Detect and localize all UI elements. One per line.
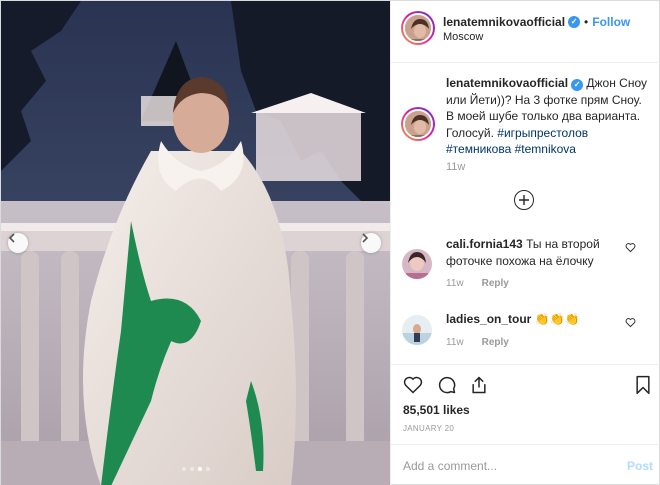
carousel-dot-active bbox=[197, 467, 202, 471]
chevron-left-icon bbox=[8, 233, 15, 243]
hashtag-link[interactable]: #темникова bbox=[446, 142, 511, 156]
verified-badge-icon: ✓ bbox=[568, 16, 581, 28]
reply-button[interactable]: Reply bbox=[482, 278, 509, 289]
previous-photo-button[interactable] bbox=[8, 233, 28, 253]
post-photo[interactable] bbox=[1, 1, 390, 485]
reply-button[interactable]: Reply bbox=[482, 337, 509, 348]
plus-icon bbox=[519, 195, 529, 205]
author-line: lenatemnikovaofficial ✓ • Follow bbox=[443, 15, 630, 29]
photo-illustration bbox=[1, 1, 390, 485]
like-comment-heart-icon[interactable] bbox=[625, 242, 636, 253]
commenter-avatar[interactable] bbox=[402, 315, 432, 345]
comment-input[interactable] bbox=[403, 456, 613, 476]
carousel-dot bbox=[205, 467, 210, 471]
post-modal: lenatemnikovaofficial ✓ • Follow Moscow … bbox=[0, 0, 660, 485]
load-more-comments-button[interactable] bbox=[514, 190, 534, 210]
avatar-image bbox=[403, 13, 433, 43]
verified-badge-icon: ✓ bbox=[571, 79, 584, 91]
comment-timestamp[interactable]: 11w bbox=[446, 278, 464, 289]
post-location[interactable]: Moscow bbox=[443, 31, 483, 43]
post-header: lenatemnikovaofficial ✓ • Follow Moscow bbox=[391, 1, 660, 63]
comment-text: cali.fornia143 Ты на второй фоточке похо… bbox=[446, 236, 626, 269]
author-avatar[interactable] bbox=[401, 11, 435, 45]
hashtag-link[interactable]: #temnikova bbox=[515, 142, 576, 156]
hashtag-link[interactable]: #игрыпрестолов bbox=[497, 126, 588, 140]
post-date[interactable]: JANUARY 20 bbox=[403, 424, 454, 433]
likes-count[interactable]: 85,501 likes bbox=[403, 403, 470, 417]
caption-text: lenatemnikovaofficial ✓ Джон Сноу или Йет… bbox=[446, 75, 651, 158]
carousel-dot bbox=[181, 467, 186, 471]
follow-button[interactable]: Follow bbox=[592, 15, 630, 29]
carousel-indicator bbox=[1, 467, 390, 471]
commenter-avatar[interactable] bbox=[402, 249, 432, 279]
caption-author-avatar[interactable] bbox=[401, 107, 435, 141]
comment-meta: 11w Reply bbox=[446, 337, 509, 348]
commenter-username[interactable]: ladies_on_tour bbox=[446, 312, 531, 326]
post-actions: 85,501 likes JANUARY 20 bbox=[391, 364, 660, 444]
comment-text: ladies_on_tour 👏👏👏 bbox=[446, 311, 626, 328]
commenter-username[interactable]: cali.fornia143 bbox=[446, 237, 523, 251]
chevron-right-icon bbox=[362, 233, 369, 243]
caption-username[interactable]: lenatemnikovaofficial bbox=[446, 76, 568, 90]
next-photo-button[interactable] bbox=[361, 233, 381, 253]
separator-dot: • bbox=[584, 15, 589, 29]
comment-bubble-icon[interactable] bbox=[437, 375, 457, 395]
bookmark-icon[interactable] bbox=[634, 375, 652, 395]
like-comment-heart-icon[interactable] bbox=[625, 317, 636, 328]
avatar-image bbox=[403, 109, 433, 139]
post-side-panel: lenatemnikovaofficial ✓ • Follow Moscow … bbox=[390, 1, 660, 485]
add-comment-bar: Post bbox=[391, 444, 660, 485]
share-icon[interactable] bbox=[469, 375, 489, 395]
comment-body: 👏👏👏 bbox=[534, 312, 580, 326]
comment-meta: 11w Reply bbox=[446, 278, 509, 289]
post-comment-button[interactable]: Post bbox=[627, 459, 653, 473]
carousel-dot bbox=[189, 467, 194, 471]
author-username[interactable]: lenatemnikovaofficial bbox=[443, 15, 565, 29]
comment-timestamp[interactable]: 11w bbox=[446, 337, 464, 348]
caption-timestamp[interactable]: 11w bbox=[446, 161, 465, 173]
like-heart-icon[interactable] bbox=[403, 375, 423, 395]
